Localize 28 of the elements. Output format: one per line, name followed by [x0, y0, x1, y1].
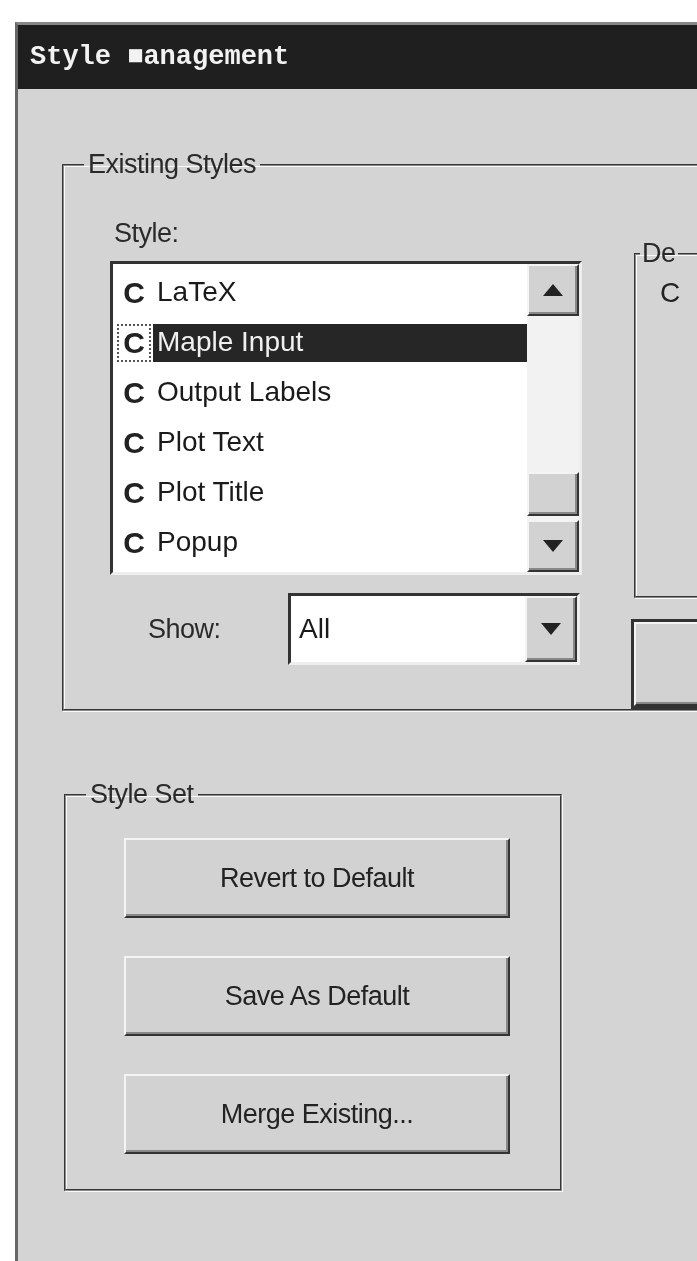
style-type-marker: C	[122, 476, 146, 510]
field-label: Show:	[148, 613, 222, 645]
group-title: De	[641, 238, 677, 269]
style-list-item[interactable]: LaTeX	[153, 274, 243, 312]
dialog-button[interactable]: Merge Existing...	[124, 1074, 510, 1154]
group-title: Style Set	[89, 779, 195, 810]
style-list-item[interactable]: Maple Input	[153, 324, 527, 362]
style-list[interactable]: C LaTeX C Maple Input C Output Labels C Plot Text C Plot Title C Popup	[110, 261, 582, 575]
style-list-item[interactable]: Plot Title	[153, 474, 271, 512]
details-text: C	[660, 277, 682, 309]
style-type-marker: C	[122, 276, 146, 310]
dialog-button[interactable]: Revert to Default	[124, 838, 510, 918]
dropdown-arrow-icon[interactable]	[541, 623, 561, 635]
style-type-marker: C	[122, 526, 146, 560]
dialog-button[interactable]: Save As Default	[124, 956, 510, 1036]
style-type-marker: C	[122, 376, 146, 410]
scrollbar-thumb[interactable]	[527, 472, 579, 516]
down-arrow-icon[interactable]	[543, 540, 563, 552]
style-list-item[interactable]: Plot Text	[153, 424, 270, 462]
style-type-marker: C	[122, 426, 146, 460]
up-arrow-icon[interactable]	[543, 284, 563, 296]
window-title: Style ■anagement	[30, 42, 290, 72]
show-dropdown[interactable]: All	[288, 593, 580, 665]
style-list-item[interactable]: Popup	[153, 524, 244, 562]
field-label: Style:	[114, 218, 180, 249]
scrollbar[interactable]	[527, 264, 579, 572]
style-list-item[interactable]: Output Labels	[153, 374, 338, 412]
group-title: Existing Styles	[87, 149, 258, 180]
